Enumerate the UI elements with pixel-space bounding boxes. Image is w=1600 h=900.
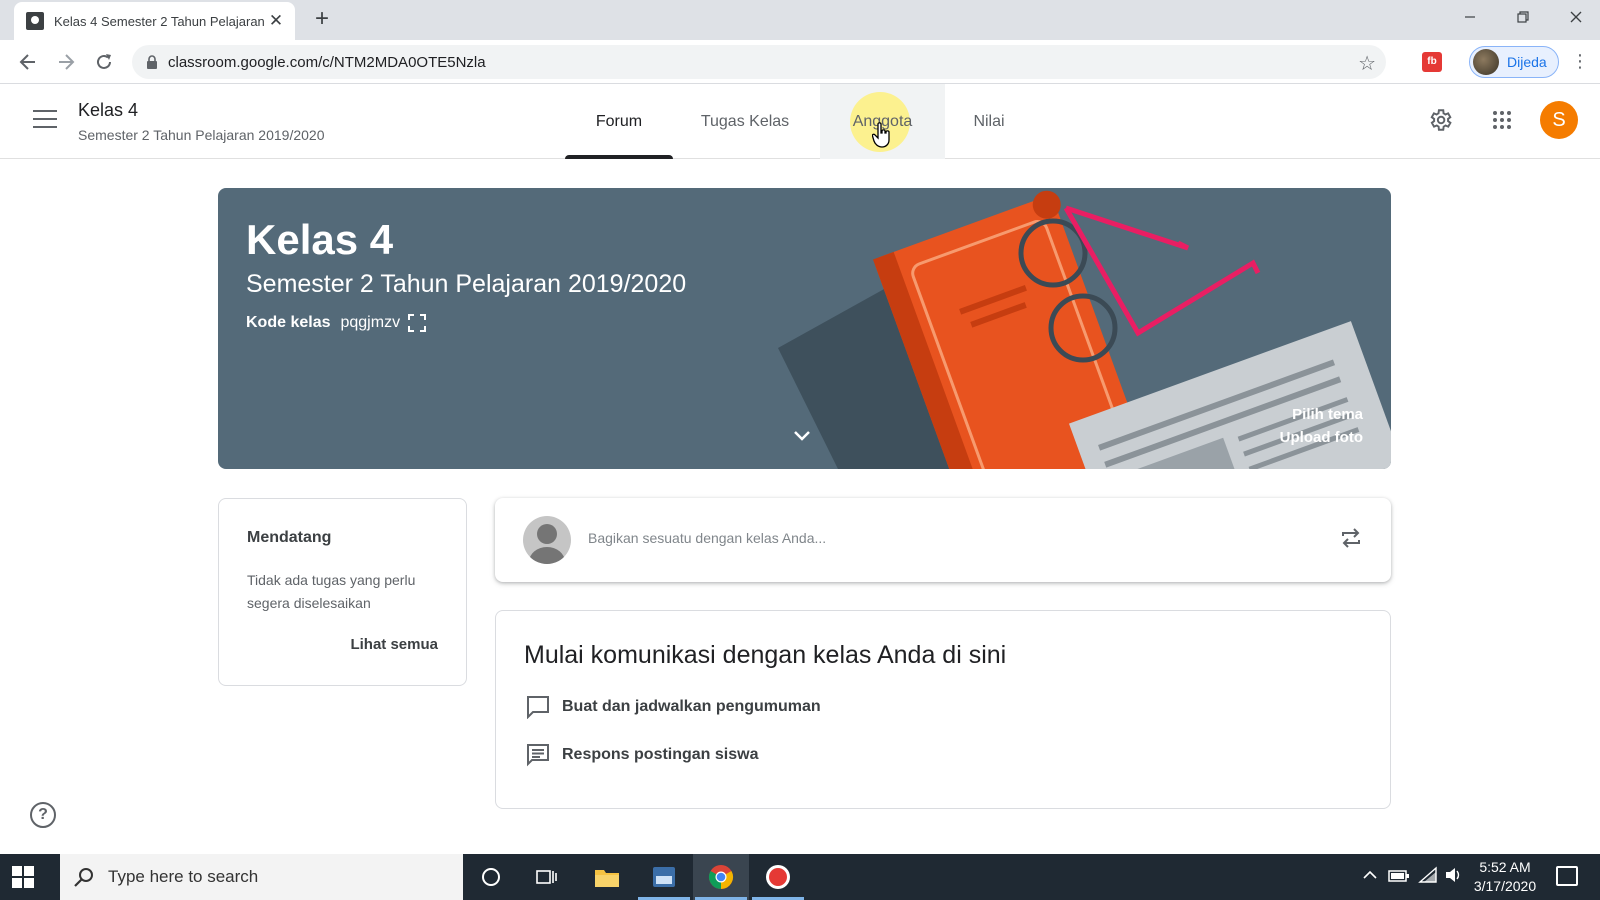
upcoming-empty-text: Tidak ada tugas yang perlu segera disele…	[247, 572, 416, 611]
stream-item-label: Buat dan jadwalkan pengumuman	[562, 698, 821, 715]
stream-item-announcement: Buat dan jadwalkan pengumuman	[526, 695, 821, 719]
fullscreen-icon[interactable]	[408, 314, 427, 332]
upload-photo-link[interactable]: Upload foto	[1280, 429, 1363, 446]
clock-time: 5:52 AM	[1479, 859, 1531, 875]
task-view-icon[interactable]	[519, 854, 575, 900]
banner-class-title: Kelas 4	[246, 216, 394, 263]
header-class-subtitle: Semester 2 Tahun Pelajaran 2019/2020	[78, 127, 325, 143]
file-explorer-icon[interactable]	[579, 854, 635, 900]
battery-icon[interactable]	[1388, 866, 1410, 888]
classroom-header: Kelas 4 Semester 2 Tahun Pelajaran 2019/…	[0, 84, 1600, 159]
back-arrow-icon[interactable]	[14, 48, 42, 76]
restore-window-icon[interactable]	[1497, 0, 1549, 34]
google-apps-icon[interactable]	[1486, 104, 1518, 136]
stream-intro-card: Mulai komunikasi dengan kelas Anda di si…	[495, 610, 1391, 809]
message-lines-icon	[527, 744, 549, 767]
header-class-name[interactable]: Kelas 4	[78, 100, 138, 121]
main-menu-icon[interactable]	[33, 110, 57, 128]
tab-nilai[interactable]: Nilai	[945, 84, 1033, 159]
upcoming-card: Mendatang Tidak ada tugas yang perlu seg…	[218, 498, 467, 686]
browser-tab-title: Kelas 4 Semester 2 Tahun Pelajaran 2019/…	[54, 13, 267, 29]
system-clock[interactable]: 5:52 AM 3/17/2020	[1470, 858, 1540, 896]
help-icon[interactable]: ?	[30, 802, 56, 828]
action-center-icon[interactable]	[1556, 866, 1578, 886]
search-icon	[74, 868, 93, 887]
close-window-icon[interactable]	[1550, 0, 1600, 34]
tab-forum[interactable]: Forum	[565, 84, 673, 159]
profile-chip[interactable]: Dijeda	[1469, 46, 1559, 78]
share-placeholder[interactable]: Bagikan sesuatu dengan kelas Anda...	[588, 530, 826, 546]
settings-gear-icon[interactable]	[1424, 104, 1456, 136]
share-box[interactable]: Bagikan sesuatu dengan kelas Anda...	[495, 498, 1391, 582]
clock-date: 3/17/2020	[1473, 878, 1537, 894]
taskbar-search-placeholder: Type here to search	[108, 867, 259, 886]
cortana-icon[interactable]	[463, 854, 519, 900]
stream-intro-heading: Mulai komunikasi dengan kelas Anda di si…	[524, 641, 1007, 669]
windows-start-icon[interactable]	[12, 866, 34, 888]
forward-arrow-icon[interactable]	[52, 48, 80, 76]
show-hidden-icons-icon[interactable]	[1362, 866, 1378, 888]
hand-pointer-icon	[872, 122, 890, 148]
chrome-menu-icon[interactable]: ⋮	[1571, 52, 1589, 70]
classroom-favicon-icon	[26, 12, 44, 30]
profile-picture	[1473, 49, 1499, 75]
reload-icon[interactable]	[90, 48, 118, 76]
repost-icon[interactable]	[1339, 526, 1363, 555]
choose-theme-link[interactable]: Pilih tema	[1292, 406, 1363, 423]
profile-name: Dijeda	[1507, 54, 1547, 70]
stream-item-respond: Respons postingan siswa	[526, 743, 758, 767]
minimize-window-icon[interactable]	[1444, 0, 1496, 34]
url-text: classroom.google.com/c/NTM2MDA0OTE5Nzla	[168, 53, 486, 71]
new-tab-icon[interactable]: +	[309, 6, 335, 32]
browser-tab-strip: Kelas 4 Semester 2 Tahun Pelajaran 2019/…	[0, 0, 1600, 40]
see-all-link[interactable]: Lihat semua	[350, 636, 438, 653]
windows-taskbar: Type here to search 5:52 AM 3/17/2020	[0, 854, 1600, 900]
comment-outline-icon	[527, 696, 549, 719]
bookmark-star-icon[interactable]: ☆	[1358, 51, 1376, 76]
class-code-row: Kode kelas pqgjmzv	[246, 314, 427, 332]
lock-icon	[147, 55, 157, 69]
screen-recorder-icon[interactable]	[750, 854, 806, 900]
chevron-down-icon[interactable]	[794, 428, 810, 446]
browser-tab[interactable]: Kelas 4 Semester 2 Tahun Pelajaran 2019/…	[14, 2, 295, 40]
class-code-label: Kode kelas	[246, 314, 331, 331]
taskbar-app-icon[interactable]	[636, 854, 692, 900]
volume-icon[interactable]	[1444, 866, 1464, 888]
extension-icon[interactable]: fb	[1422, 52, 1442, 72]
address-bar[interactable]: classroom.google.com/c/NTM2MDA0OTE5Nzla …	[132, 45, 1386, 79]
banner-class-subtitle: Semester 2 Tahun Pelajaran 2019/2020	[246, 270, 687, 298]
upcoming-heading: Mendatang	[247, 529, 332, 546]
account-avatar[interactable]: S	[1540, 101, 1578, 139]
close-tab-icon[interactable]: ✕	[267, 11, 285, 31]
network-icon[interactable]	[1418, 866, 1438, 888]
class-banner: Kelas 4 Semester 2 Tahun Pelajaran 2019/…	[218, 188, 1391, 469]
tab-tugas-kelas[interactable]: Tugas Kelas	[686, 84, 804, 159]
chrome-taskbar-icon[interactable]	[693, 854, 749, 900]
stream-item-label: Respons postingan siswa	[562, 746, 759, 763]
browser-toolbar: classroom.google.com/c/NTM2MDA0OTE5Nzla …	[0, 40, 1600, 84]
taskbar-search-box[interactable]: Type here to search	[60, 854, 463, 900]
class-code-value: pqgjmzv	[340, 314, 401, 331]
user-placeholder-avatar	[523, 516, 571, 564]
